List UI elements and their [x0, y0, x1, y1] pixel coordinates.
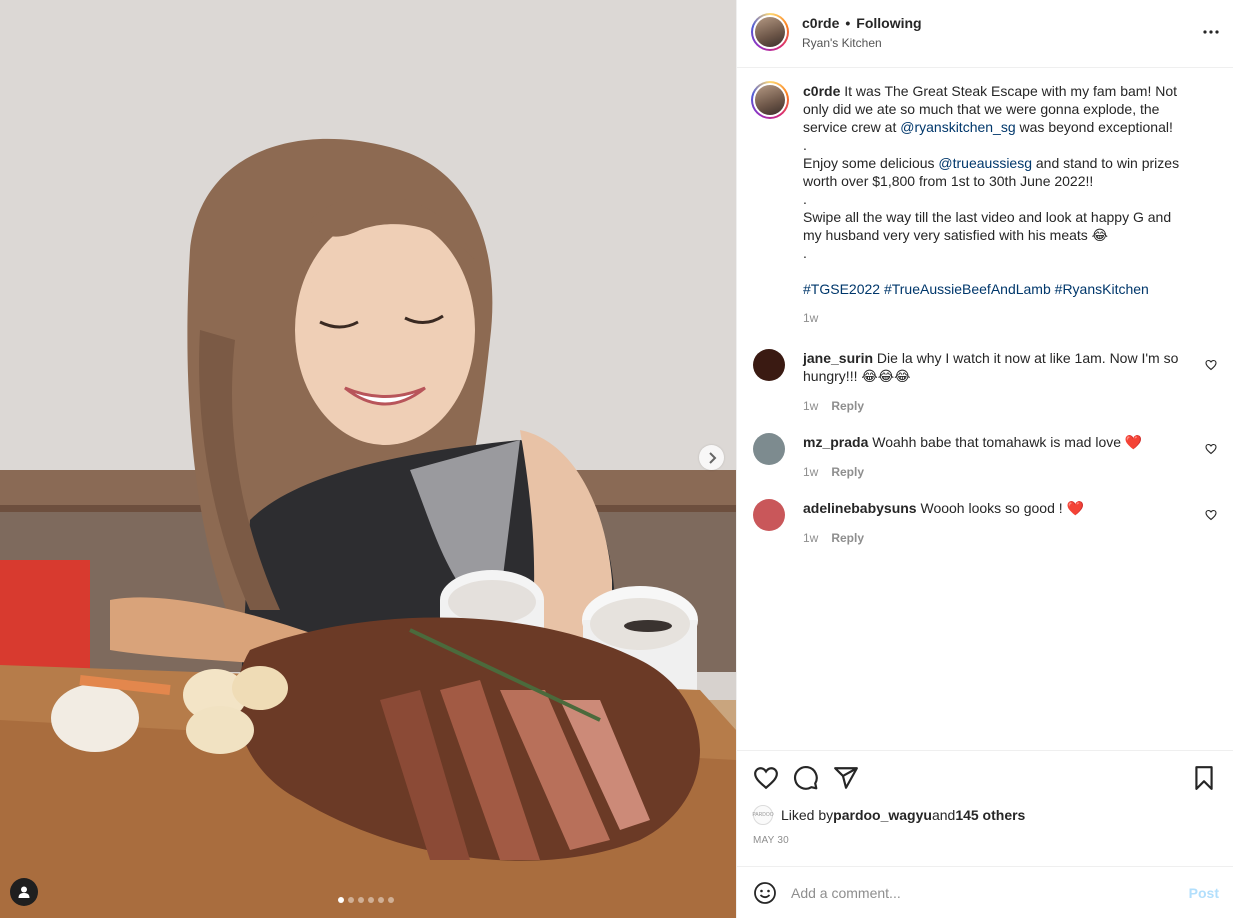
post-media[interactable] [0, 0, 736, 918]
comments-list[interactable]: c0rde It was The Great Steak Escape with… [737, 68, 1233, 750]
comment-time[interactable]: 1w [803, 531, 818, 545]
add-comment-bar: Post [737, 866, 1233, 918]
likes-prefix: Liked by [781, 807, 834, 823]
caption-dot: . [803, 137, 807, 153]
likes-summary: PARDOO Liked by pardoo_wagyu and 145 oth… [752, 805, 1217, 825]
bookmark-icon[interactable] [1191, 765, 1217, 791]
following-button[interactable]: Following [856, 15, 921, 31]
caption-dot: . [803, 191, 807, 207]
caption-time[interactable]: 1w [803, 311, 818, 325]
likes-count[interactable]: 145 others [955, 807, 1025, 823]
hashtag-link[interactable]: #TGSE2022 [803, 281, 880, 297]
post-photo [0, 0, 736, 918]
author-username[interactable]: c0rde [802, 15, 839, 31]
liker-username[interactable]: pardoo_wagyu [833, 807, 932, 823]
next-slide-button[interactable] [699, 445, 724, 470]
comment-item: adelinebabysuns Woooh looks so good ! ❤️… [751, 499, 1217, 545]
heart-icon[interactable] [1205, 509, 1217, 521]
ellipsis-icon [1203, 30, 1219, 34]
comment-item: mz_prada Woahh babe that tomahawk is mad… [751, 433, 1217, 479]
reply-button[interactable]: Reply [831, 399, 864, 413]
author-avatar[interactable] [751, 13, 789, 51]
comment-text: Woahh babe that tomahawk is mad love ❤️ [872, 434, 1143, 450]
heart-icon[interactable] [1205, 443, 1217, 455]
mention-link[interactable]: @ryanskitchen_sg [900, 119, 1015, 135]
heart-icon[interactable] [753, 765, 779, 791]
commenter-avatar[interactable] [753, 499, 785, 531]
post-caption: c0rde It was The Great Steak Escape with… [751, 81, 1217, 325]
mention-link[interactable]: @trueaussiesg [938, 155, 1032, 171]
comment-icon[interactable] [793, 765, 819, 791]
post-header: c0rde • Following Ryan's Kitchen [737, 0, 1233, 68]
caption-username[interactable]: c0rde [803, 83, 840, 99]
carousel-dot [368, 897, 374, 903]
comment-time[interactable]: 1w [803, 465, 818, 479]
caption-text: was beyond exceptional! [1015, 119, 1173, 135]
share-icon[interactable] [833, 765, 859, 791]
carousel-dot [378, 897, 384, 903]
likes-middle: and [931, 807, 956, 823]
caption-dot: . [803, 245, 807, 261]
separator-dot: • [845, 15, 851, 31]
caption-text: Swipe all the way till the last video an… [803, 209, 1175, 243]
carousel-dot [358, 897, 364, 903]
user-icon [18, 886, 30, 898]
post-side-panel: c0rde • Following Ryan's Kitchen c0rde I… [736, 0, 1233, 918]
instagram-post: c0rde • Following Ryan's Kitchen c0rde I… [0, 0, 1233, 918]
liker-avatar[interactable]: PARDOO [752, 805, 774, 825]
post-date[interactable]: MAY 30 [753, 835, 1217, 846]
comment-time[interactable]: 1w [803, 399, 818, 413]
caption-avatar[interactable] [751, 81, 789, 119]
carousel-indicator [338, 897, 394, 903]
location-link[interactable]: Ryan's Kitchen [802, 36, 1203, 50]
carousel-dot [338, 897, 344, 903]
comment-username[interactable]: jane_surin [803, 350, 873, 366]
caption-text: Enjoy some delicious [803, 155, 939, 171]
comment-username[interactable]: mz_prada [803, 434, 868, 450]
commenter-avatar[interactable] [753, 433, 785, 465]
comment-item: jane_surin Die la why I watch it now at … [751, 349, 1217, 413]
hashtag-link[interactable]: #RyansKitchen [1055, 281, 1149, 297]
tagged-users-button[interactable] [10, 878, 38, 906]
reply-button[interactable]: Reply [831, 531, 864, 545]
comment-text: Woooh looks so good ! ❤️ [920, 500, 1084, 516]
carousel-dot [388, 897, 394, 903]
comment-username[interactable]: adelinebabysuns [803, 500, 917, 516]
post-comment-button[interactable]: Post [1189, 885, 1219, 901]
comment-input[interactable] [791, 884, 1189, 901]
hashtag-link[interactable]: #TrueAussieBeefAndLamb [884, 281, 1051, 297]
heart-icon[interactable] [1205, 359, 1217, 371]
reply-button[interactable]: Reply [831, 465, 864, 479]
carousel-dot [348, 897, 354, 903]
post-actions: PARDOO Liked by pardoo_wagyu and 145 oth… [737, 750, 1233, 866]
more-options-button[interactable] [1203, 23, 1219, 34]
emoji-icon[interactable] [753, 881, 777, 905]
commenter-avatar[interactable] [753, 349, 785, 381]
chevron-right-icon [708, 451, 716, 464]
